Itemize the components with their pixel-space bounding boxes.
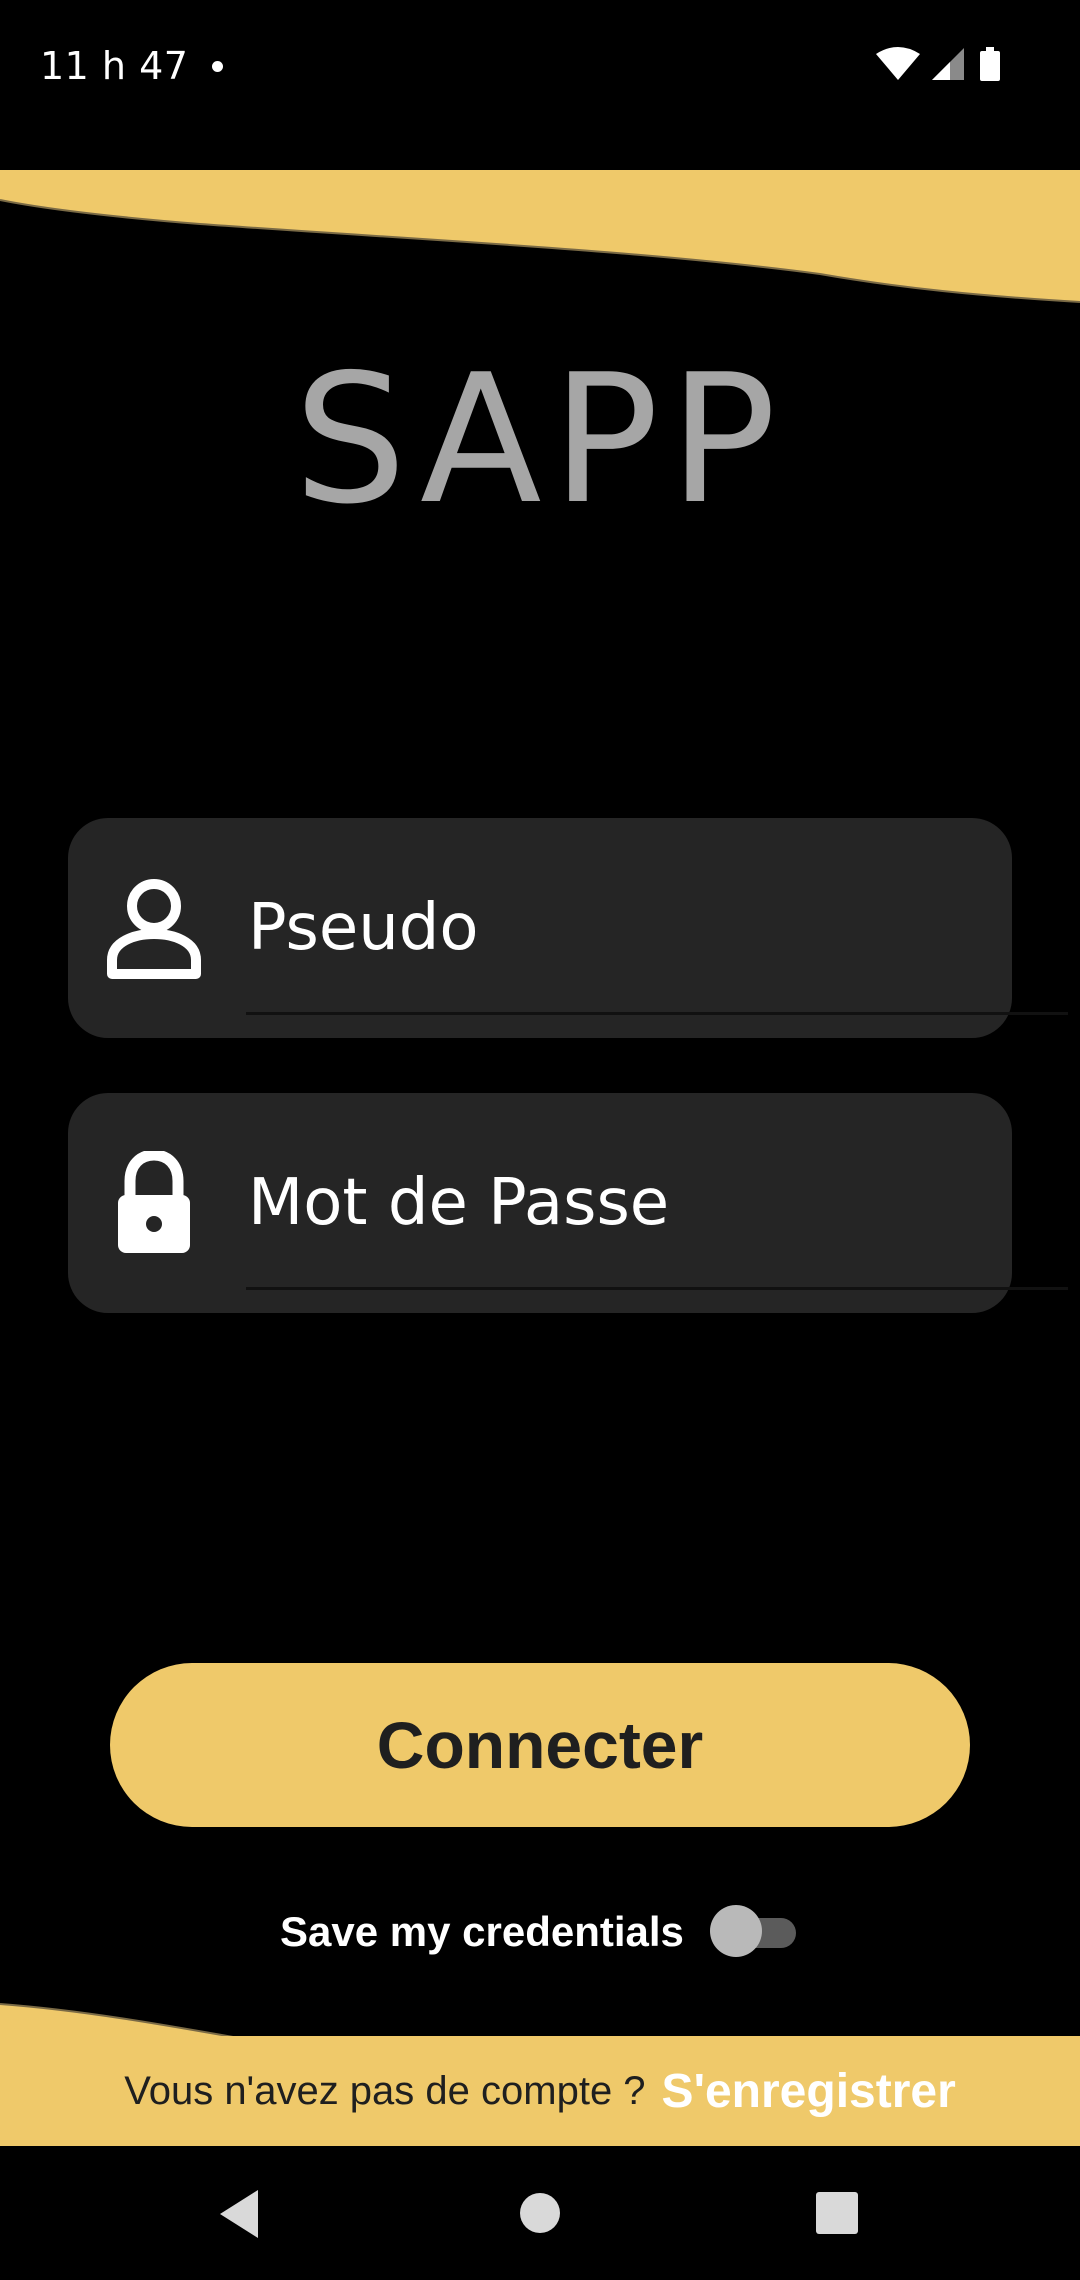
top-wave-decoration (0, 170, 1080, 303)
status-bar: 11 h 47 (0, 0, 1080, 135)
wifi-icon (876, 47, 920, 80)
remember-credentials-toggle[interactable] (710, 1902, 798, 1960)
back-icon[interactable] (200, 2176, 280, 2250)
register-footer-content: Vous n'avez pas de compte ? S'enregistre… (0, 2036, 1080, 2146)
password-input[interactable] (248, 1153, 948, 1253)
password-underline (246, 1287, 1068, 1290)
remember-credentials-row: Save my credentials (0, 1896, 1080, 1966)
username-field[interactable] (68, 818, 1068, 1038)
battery-icon (980, 47, 1000, 81)
lock-icon (118, 1151, 190, 1253)
remember-credentials-label: Save my credentials (280, 1908, 684, 1955)
status-icons (876, 47, 1000, 81)
toggle-thumb (710, 1905, 762, 1957)
status-time: 11 h 47 (40, 44, 189, 88)
recents-icon[interactable] (798, 2176, 878, 2250)
no-account-text: Vous n'avez pas de compte ? (124, 2068, 646, 2113)
username-underline (246, 1012, 1068, 1015)
register-footer: Vous n'avez pas de compte ? S'enregistre… (0, 2036, 1080, 2146)
register-link[interactable]: S'enregistrer (662, 2064, 956, 2119)
bottom-wave-decoration (0, 2003, 251, 2040)
app-title: SAPP (293, 336, 787, 543)
password-field[interactable] (68, 1093, 1068, 1313)
username-input[interactable] (248, 878, 948, 978)
connect-button[interactable]: Connecter (110, 1663, 970, 1827)
notification-dot-icon (212, 61, 223, 72)
home-icon[interactable] (500, 2176, 580, 2250)
person-icon (107, 879, 201, 979)
cellular-signal-icon (932, 48, 964, 80)
navigation-bar (0, 2146, 1080, 2280)
